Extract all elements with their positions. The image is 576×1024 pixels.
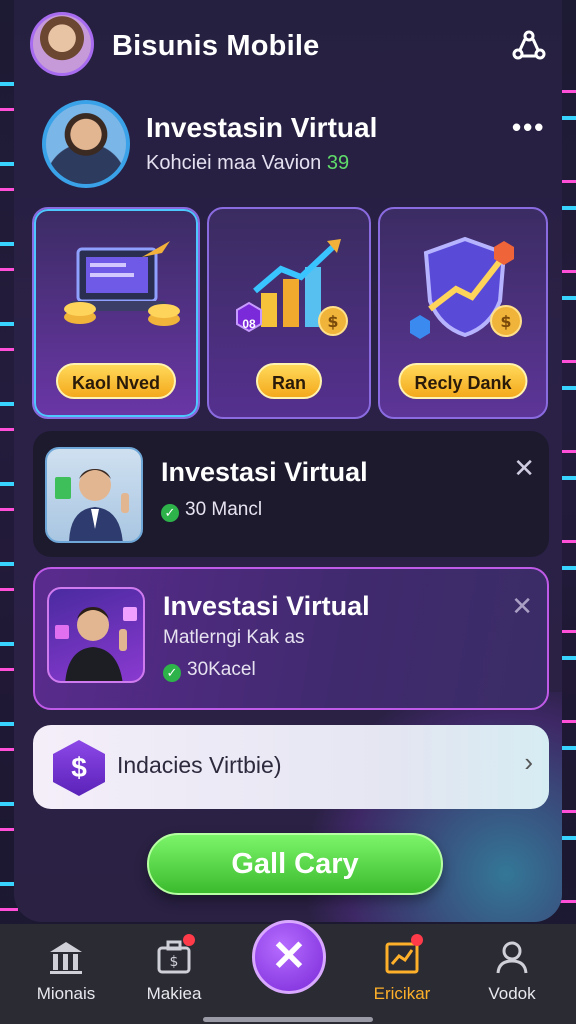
nav-item-mionais[interactable]: Mionais: [16, 938, 116, 1004]
card-status-text: 30 Mancl: [185, 499, 263, 520]
indices-label: Indacies Virtbie): [117, 752, 282, 778]
nav-item-makiea[interactable]: $ Makiea: [124, 934, 224, 1004]
feature-button-recly-dank[interactable]: Recly Dank: [398, 363, 528, 399]
profile-avatar[interactable]: [42, 100, 130, 188]
indices-row[interactable]: $ Indacies Virtbie) ›: [33, 725, 549, 809]
feature-card-2[interactable]: $ 08 Ran: [207, 207, 371, 419]
profile-name: Investasin Virtual: [146, 112, 378, 143]
close-icon[interactable]: ✕: [513, 453, 535, 484]
profile-subtitle-text: Kohciei maa Vavion: [146, 152, 322, 174]
bottom-navigation: Mionais $ Makiea ✕ Ericikar Vodok: [0, 920, 576, 1024]
chevron-right-icon: ›: [524, 747, 533, 777]
nav-label: Vodok: [488, 984, 536, 1003]
primary-cta-button[interactable]: Gall Cary: [147, 833, 443, 895]
home-indicator: [203, 1017, 373, 1022]
nav-label: Ericikar: [373, 984, 431, 1003]
person-icon: [493, 938, 531, 976]
check-icon: ✓: [161, 504, 179, 522]
notification-badge: [411, 934, 423, 946]
investment-card-2[interactable]: Investasi Virtual Matlerngi Kak as ✓ 30Ka…: [33, 567, 549, 710]
bank-icon: [47, 938, 85, 976]
svg-text:$: $: [170, 954, 179, 970]
svg-text:$: $: [500, 312, 511, 331]
notification-badge: [183, 934, 195, 946]
card-subtitle: Matlerngi Kak as: [163, 627, 305, 648]
share-icon[interactable]: [512, 30, 546, 64]
laptop-coins-icon: [34, 231, 198, 351]
growth-chart-icon: $ 08: [209, 231, 369, 351]
briefcase-icon: $: [155, 934, 195, 976]
app-title: Bisunis Mobile: [112, 30, 320, 62]
dollar-hex-icon: $: [53, 740, 105, 796]
user-avatar[interactable]: [30, 12, 94, 76]
feature-button-kaol-nved[interactable]: Kaol Nved: [55, 363, 177, 399]
card-status-text: 30Kacel: [187, 659, 256, 680]
investor-thumbnail: [45, 447, 143, 543]
card-status: ✓ 30 Mancl: [161, 499, 262, 522]
svg-text:$: $: [327, 312, 338, 331]
investment-card-1[interactable]: Investasi Virtual ✓ 30 Mancl ✕: [33, 431, 549, 557]
feature-button-ran[interactable]: Ran: [255, 363, 323, 399]
card-status: ✓ 30Kacel: [163, 659, 256, 682]
chart-frame-icon: [383, 934, 423, 976]
check-icon: ✓: [163, 664, 181, 682]
card-title: Investasi Virtual: [163, 591, 370, 621]
nav-item-ericikar[interactable]: Ericikar: [352, 934, 452, 1004]
card-title: Investasi Virtual: [161, 457, 368, 487]
feature-card-1[interactable]: Kaol Nved: [32, 207, 200, 419]
nav-item-vodok[interactable]: Vodok: [462, 938, 562, 1004]
profile-subtitle-number: 39: [326, 152, 350, 174]
nav-label: Mionais: [36, 984, 96, 1003]
chart-badge-text: 08: [242, 317, 256, 331]
profile-subtitle: Kohciei maa Vavion 39: [146, 152, 349, 175]
feature-card-3[interactable]: $ Recly Dank: [378, 207, 548, 419]
close-icon[interactable]: ✕: [511, 591, 533, 622]
investor-thumbnail: [47, 587, 145, 683]
nav-label: Makiea: [146, 984, 202, 1003]
more-options-icon[interactable]: •••: [512, 112, 545, 143]
center-close-button[interactable]: ✕: [252, 920, 326, 994]
shield-chart-icon: $: [380, 231, 546, 351]
